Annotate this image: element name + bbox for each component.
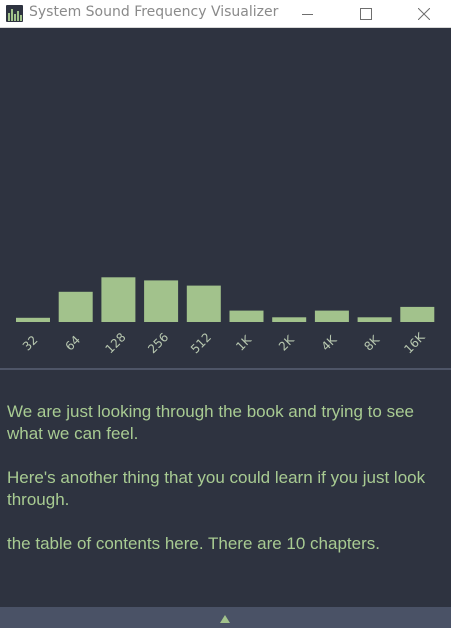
frequency-chart: 32 64 128 256 512 1K 2K 4K 8K 16K	[16, 277, 435, 356]
frequency-label: 4K	[319, 332, 341, 354]
frequency-bar	[314, 310, 349, 322]
maximize-button[interactable]	[343, 0, 389, 28]
minimize-button[interactable]	[285, 0, 331, 28]
frequency-label: 64	[63, 333, 84, 354]
frequency-bar	[272, 317, 307, 322]
frequency-bar	[101, 277, 136, 322]
title-bar[interactable]: System Sound Frequency Visualizer	[0, 0, 451, 28]
maximize-icon	[360, 8, 372, 20]
equalizer-icon	[6, 5, 23, 22]
frequency-bar	[16, 317, 50, 322]
paragraph: We are just looking through the book and…	[7, 402, 414, 443]
frequency-visualizer: 32 64 128 256 512 1K 2K 4K 8K 16K	[0, 29, 451, 367]
frequency-bar	[357, 317, 392, 322]
frequency-bar	[400, 306, 435, 322]
close-button[interactable]	[401, 0, 447, 28]
triangle-up-icon	[220, 615, 230, 623]
frequency-label: 1K	[233, 332, 255, 354]
app-window: System Sound Frequency Visualizer 32 64 12…	[0, 0, 451, 628]
bottom-bar	[0, 607, 451, 628]
divider	[0, 368, 451, 370]
minimize-icon	[302, 14, 313, 15]
text-area: We are just looking through the book and…	[7, 401, 443, 577]
expand-button[interactable]	[218, 612, 232, 626]
frequency-label: 32	[20, 333, 41, 354]
frequency-label: 16K	[401, 329, 428, 356]
window-title: System Sound Frequency Visualizer	[29, 4, 279, 20]
frequency-label: 8K	[361, 332, 383, 354]
frequency-label: 256	[145, 330, 171, 356]
paragraph: the table of contents here. There are 10…	[7, 534, 380, 553]
frequency-label: 512	[188, 330, 214, 356]
frequency-bar	[58, 291, 93, 322]
frequency-bar	[144, 280, 179, 322]
frequency-bar	[229, 310, 264, 322]
close-icon	[418, 8, 430, 20]
frequency-bar	[186, 285, 221, 322]
frequency-label: 128	[103, 330, 129, 356]
paragraph: Here's another thing that you could lear…	[7, 468, 426, 509]
frequency-label: 2K	[276, 332, 298, 354]
